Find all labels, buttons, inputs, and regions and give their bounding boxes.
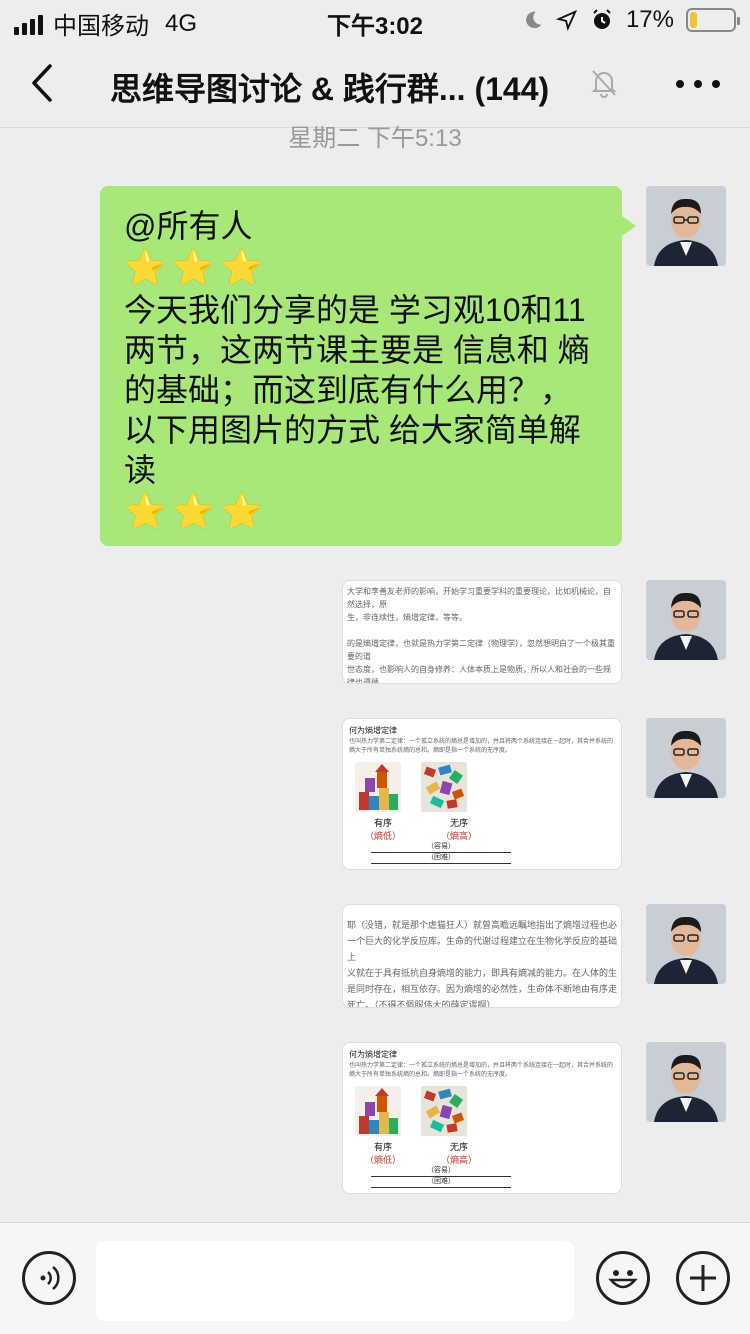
- avatar[interactable]: [646, 718, 726, 798]
- input-bar: [0, 1222, 750, 1334]
- image-title: 何为熵增定律: [349, 1050, 397, 1059]
- message-body: 今天我们分享的是 学习观10和11两节，这两节课主要是 信息和 熵的基础；而这到…: [124, 292, 590, 488]
- disordered-blocks-image: [421, 1086, 467, 1136]
- stars-top: ⭐⭐⭐: [124, 249, 270, 287]
- image-text: 耶（没错，就是那个虐猫狂人）就曾高瞻远瞩地指出了熵增过程也必 一个巨大的化学反应…: [347, 920, 618, 1008]
- disordered-label-group: 无序 （熵高）: [441, 816, 477, 842]
- more-button[interactable]: [676, 66, 720, 102]
- message-input[interactable]: [96, 1241, 574, 1321]
- labels-row: 有序 （熵低） 无序 （熵高）: [343, 812, 621, 842]
- image-message[interactable]: 耶（没错，就是那个虐猫狂人）就曾高瞻远瞩地指出了熵增过程也必 一个巨大的化学反应…: [342, 904, 622, 1008]
- avatar-image: [646, 904, 726, 984]
- battery-percent: 17%: [625, 6, 674, 33]
- voice-button[interactable]: [22, 1251, 76, 1305]
- mute-bell-icon: [591, 70, 617, 98]
- disordered-blocks-image: [421, 762, 467, 812]
- disordered-sub-label: （熵高）: [441, 831, 478, 841]
- hard-arrow: （困难）: [371, 1177, 511, 1188]
- battery-icon: [686, 8, 740, 32]
- emoji-icon: [608, 1270, 638, 1289]
- disordered-label-group: 无序 （熵高）: [441, 1140, 477, 1166]
- ordered-label: 有序: [374, 1142, 393, 1152]
- alarm-icon: [593, 9, 611, 29]
- message-bubble[interactable]: @所有人 ⭐⭐⭐ 今天我们分享的是 学习观10和11两节，这两节课主要是 信息和…: [100, 186, 636, 546]
- avatar-image: [646, 186, 726, 266]
- image-body: 也叫热力学第二定律：一个孤立系统的熵总是增加的，并且将两个系统连接在一起时，其合…: [349, 1063, 614, 1078]
- chat-title: 思维导图讨论 & 践行群... (144): [110, 71, 550, 107]
- easy-arrow: （容易）: [371, 842, 511, 853]
- moon-icon: [526, 11, 542, 29]
- status-bar: 中国移动 4G 下午3:02 17%: [0, 0, 750, 40]
- battery-fill: [690, 12, 698, 28]
- nav-bar: 思维导图讨论 & 践行群... (144): [0, 40, 750, 128]
- ordered-blocks-image: [355, 1086, 401, 1136]
- disordered-label: 无序: [450, 818, 469, 828]
- plus-icon: [690, 1265, 716, 1291]
- image-message[interactable]: 大学和李善友老师的影响，开始学习重要学科的重要理论，比如机械论，自然选择，原 生…: [342, 580, 622, 684]
- image-body: 也叫热力学第二定律：一个孤立系统的熵总是增加的，并且将两个系统连接在一起时，其合…: [349, 739, 614, 754]
- image-message[interactable]: 何为熵增定律 也叫热力学第二定律：一个孤立系统的熵总是增加的，并且将两个系统连接…: [342, 718, 622, 870]
- avatar[interactable]: [646, 580, 726, 660]
- labels-row: 有序 （熵低） 无序 （熵高）: [343, 1136, 621, 1166]
- back-button[interactable]: [20, 58, 70, 108]
- easy-arrow: （容易）: [371, 1166, 511, 1177]
- plus-button[interactable]: [676, 1251, 730, 1305]
- ordered-label: 有序: [374, 818, 393, 828]
- avatar-image: [646, 718, 726, 798]
- back-arrow-icon: [32, 64, 52, 102]
- avatar[interactable]: [646, 904, 726, 984]
- location-icon: [555, 9, 578, 31]
- more-icon: [676, 80, 684, 88]
- avatar[interactable]: [646, 1042, 726, 1122]
- disordered-sub-label: （熵高）: [441, 1155, 478, 1165]
- timestamp: 星期二 下午5:13: [288, 125, 462, 152]
- blocks-row: [343, 1080, 621, 1136]
- ordered-label-group: 有序 （熵低）: [365, 1140, 401, 1166]
- blocks-row: [343, 756, 621, 812]
- ordered-sub-label: （熵低）: [365, 1155, 402, 1165]
- voice-icon: [40, 1266, 60, 1290]
- disordered-label: 无序: [450, 1142, 469, 1152]
- hard-arrow: （困难）: [371, 853, 511, 864]
- ordered-sub-label: （熵低）: [365, 831, 402, 841]
- avatar-image: [646, 1042, 726, 1122]
- image-message[interactable]: 何为熵增定律 也叫热力学第二定律：一个孤立系统的熵总是增加的，并且将两个系统连接…: [342, 1042, 622, 1194]
- mention-text: @所有人: [124, 208, 253, 244]
- ordered-blocks-image: [355, 762, 401, 812]
- emoji-button[interactable]: [596, 1251, 650, 1305]
- avatar[interactable]: [646, 186, 726, 266]
- avatar-image: [646, 580, 726, 660]
- image-text: 大学和李善友老师的影响，开始学习重要学科的重要理论，比如机械论，自然选择，原 生…: [347, 587, 615, 684]
- status-right: 17%: [522, 6, 740, 34]
- image-title: 何为熵增定律: [349, 726, 397, 735]
- ordered-label-group: 有序 （熵低）: [365, 816, 401, 842]
- stars-bottom: ⭐⭐⭐: [124, 493, 270, 531]
